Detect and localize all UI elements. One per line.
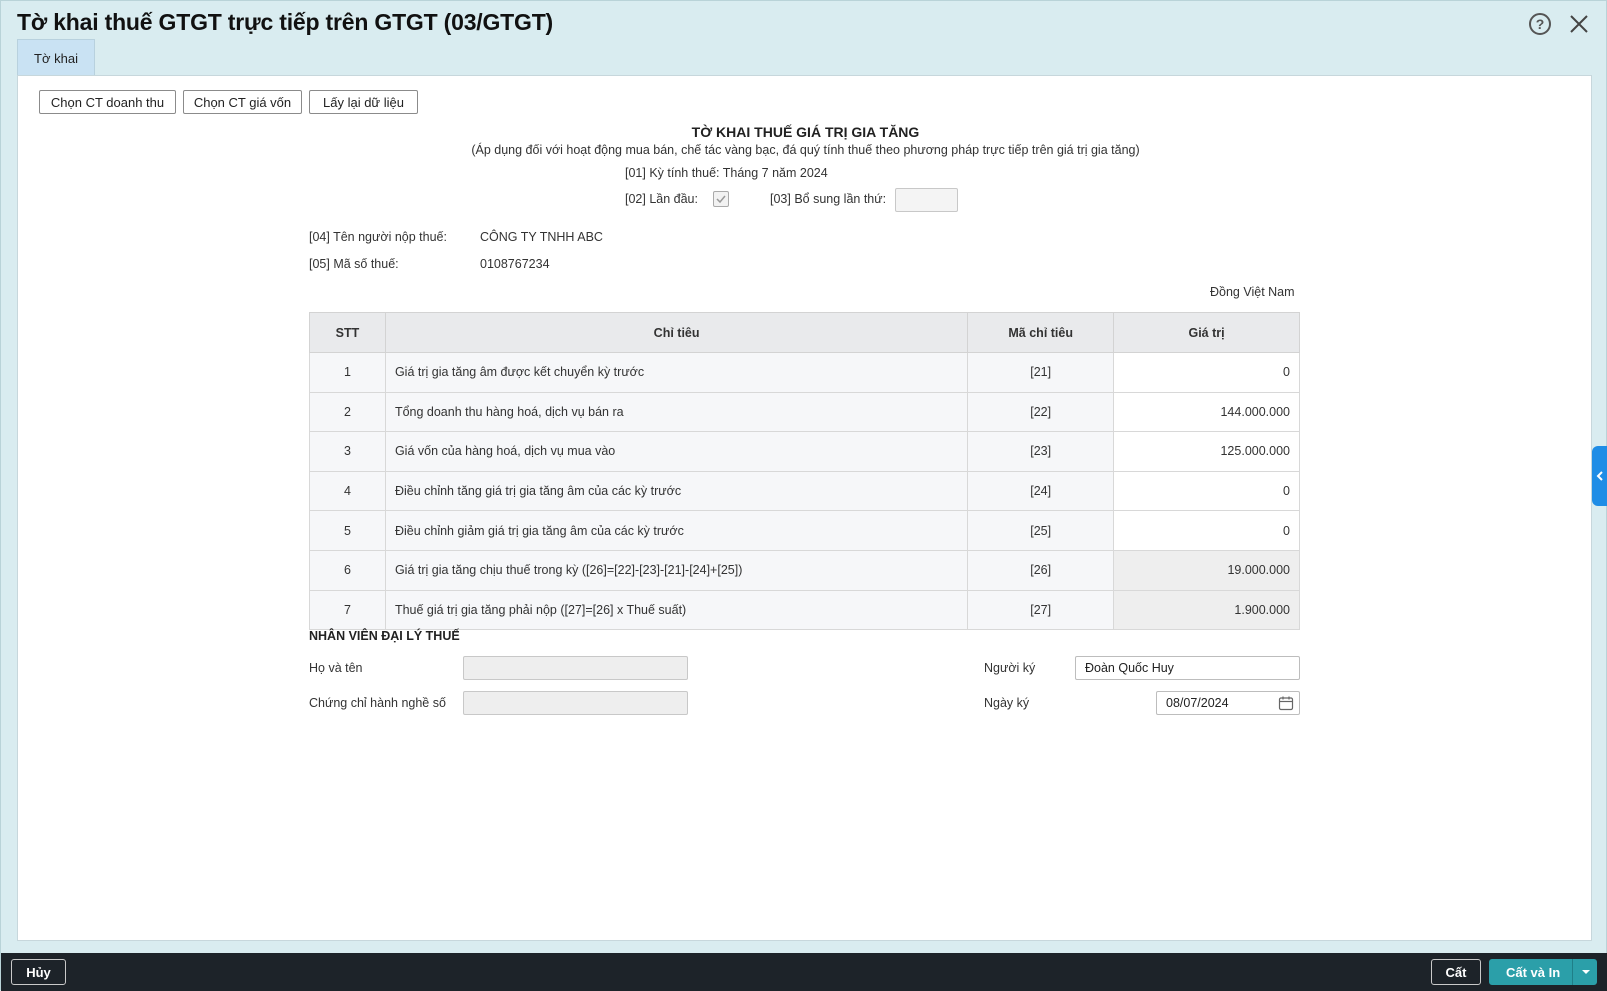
- tax-declaration-dialog: Tờ khai thuế GTGT trực tiếp trên GTGT (0…: [0, 0, 1607, 991]
- row-label: Giá trị gia tăng âm được kết chuyển kỳ t…: [384, 352, 969, 393]
- table-header-row: STT Chỉ tiêu Mã chỉ tiêu Giá trị: [309, 312, 1300, 353]
- agent-cert-field[interactable]: [463, 691, 688, 715]
- save-button[interactable]: Cất: [1431, 959, 1481, 985]
- signer-label: Người ký: [984, 661, 1036, 675]
- tax-code-value: 0108767234: [480, 257, 550, 271]
- taxpayer-label: [04] Tên người nộp thuế:: [309, 230, 447, 244]
- column-header-code: Mã chỉ tiêu: [967, 312, 1115, 353]
- tax-code-label: [05] Mã số thuế:: [309, 257, 399, 271]
- sign-date-field[interactable]: 08/07/2024: [1156, 691, 1300, 715]
- row-value-input[interactable]: 144.000.000: [1113, 391, 1300, 433]
- row-stt: 3: [309, 431, 386, 472]
- sign-date-label: Ngày ký: [984, 696, 1030, 710]
- row-label: Điều chỉnh giảm giá trị gia tăng âm của …: [384, 510, 969, 551]
- table-row: 2 Tổng doanh thu hàng hoá, dịch vụ bán r…: [309, 391, 1300, 433]
- signer-field[interactable]: Đoàn Quốc Huy: [1075, 656, 1300, 680]
- chevron-left-icon: [1596, 471, 1603, 481]
- table-row: 1 Giá trị gia tăng âm được kết chuyển kỳ…: [309, 352, 1300, 393]
- reload-data-button[interactable]: Lấy lại dữ liệu: [309, 90, 418, 114]
- side-panel-toggle[interactable]: [1592, 446, 1607, 506]
- close-icon[interactable]: [1566, 11, 1592, 37]
- row-value-input[interactable]: 125.000.000: [1113, 431, 1300, 472]
- checkmark-icon: [716, 195, 726, 204]
- save-and-print-label: Cất và In: [1506, 964, 1561, 980]
- row-code: [23]: [967, 431, 1115, 472]
- first-time-label: [02] Lần đầu:: [625, 192, 698, 206]
- row-value-readonly: 1.900.000: [1113, 589, 1300, 631]
- row-label: Điều chỉnh tăng giá trị gia tăng âm của …: [384, 470, 969, 512]
- table-row: 7 Thuế giá trị gia tăng phải nộp ([27]=[…: [309, 589, 1300, 631]
- declaration-table: STT Chỉ tiêu Mã chỉ tiêu Giá trị 1 Giá t…: [309, 312, 1300, 631]
- table-row: 3 Giá vốn của hàng hoá, dịch vụ mua vào …: [309, 431, 1300, 472]
- footer-bar: Hủy Cất Cất và In: [1, 953, 1607, 991]
- row-stt: 1: [309, 352, 386, 393]
- main-content: Chọn CT doanh thu Chọn CT giá vốn Lấy lạ…: [17, 75, 1592, 941]
- agent-name-field[interactable]: [463, 656, 688, 680]
- row-code: [27]: [967, 589, 1115, 631]
- row-code: [21]: [967, 352, 1115, 393]
- table-row: 5 Điều chỉnh giảm giá trị gia tăng âm củ…: [309, 510, 1300, 551]
- column-header-indicator: Chỉ tiêu: [384, 312, 969, 353]
- row-value-input[interactable]: 0: [1113, 352, 1300, 393]
- caret-down-icon: [1581, 970, 1590, 974]
- row-code: [24]: [967, 470, 1115, 512]
- choose-revenue-voucher-button[interactable]: Chọn CT doanh thu: [39, 90, 176, 114]
- dialog-title: Tờ khai thuế GTGT trực tiếp trên GTGT (0…: [17, 8, 554, 35]
- row-stt: 6: [309, 549, 386, 591]
- row-code: [25]: [967, 510, 1115, 551]
- table-row: 6 Giá trị gia tăng chịu thuế trong kỳ ([…: [309, 549, 1300, 591]
- row-label: Tổng doanh thu hàng hoá, dịch vụ bán ra: [384, 391, 969, 433]
- tab-to-khai[interactable]: Tờ khai: [17, 39, 95, 76]
- row-stt: 7: [309, 589, 386, 631]
- row-value-input[interactable]: 0: [1113, 510, 1300, 551]
- calendar-icon[interactable]: [1278, 695, 1294, 711]
- sign-date-value: 08/07/2024: [1166, 696, 1229, 710]
- dialog-title-bar: Tờ khai thuế GTGT trực tiếp trên GTGT (0…: [17, 5, 553, 39]
- agent-name-label: Họ và tên: [309, 661, 363, 675]
- first-time-checkbox[interactable]: [713, 191, 729, 207]
- agent-section-title: NHÂN VIÊN ĐẠI LÝ THUẾ: [309, 629, 460, 643]
- form-title: TỜ KHAI THUẾ GIÁ TRỊ GIA TĂNG: [691, 124, 920, 140]
- cancel-button[interactable]: Hủy: [11, 959, 66, 985]
- choose-cost-voucher-button[interactable]: Chọn CT giá vốn: [183, 90, 302, 114]
- row-label: Giá vốn của hàng hoá, dịch vụ mua vào: [384, 431, 969, 472]
- row-value-readonly: 19.000.000: [1113, 549, 1300, 591]
- row-code: [26]: [967, 549, 1115, 591]
- table-row: 4 Điều chỉnh tăng giá trị gia tăng âm củ…: [309, 470, 1300, 512]
- row-label: Thuế giá trị gia tăng phải nộp ([27]=[26…: [384, 589, 969, 631]
- row-stt: 2: [309, 391, 386, 433]
- supplement-input[interactable]: [895, 188, 958, 212]
- row-code: [22]: [967, 391, 1115, 433]
- help-icon[interactable]: ?: [1529, 13, 1551, 35]
- row-value-input[interactable]: 0: [1113, 470, 1300, 512]
- form-subtitle: (Áp dụng đối với hoạt động mua bán, chế …: [471, 143, 1140, 157]
- column-header-value: Giá trị: [1113, 312, 1300, 353]
- tax-period: [01] Kỳ tính thuế: Tháng 7 năm 2024: [625, 166, 828, 180]
- currency-note: Đồng Việt Nam: [1210, 285, 1295, 299]
- column-header-stt: STT: [309, 312, 386, 353]
- row-stt: 5: [309, 510, 386, 551]
- agent-cert-label: Chứng chỉ hành nghề số: [309, 696, 446, 710]
- supplement-label: [03] Bổ sung lần thứ:: [770, 192, 887, 206]
- save-options-dropdown[interactable]: [1572, 959, 1598, 985]
- taxpayer-value: CÔNG TY TNHH ABC: [480, 230, 603, 244]
- row-label: Giá trị gia tăng chịu thuế trong kỳ ([26…: [384, 549, 969, 591]
- row-stt: 4: [309, 470, 386, 512]
